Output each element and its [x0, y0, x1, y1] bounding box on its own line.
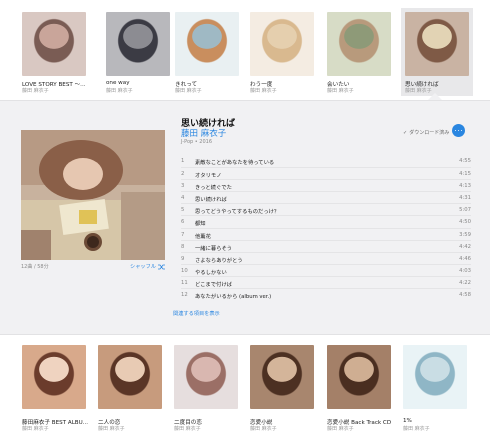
track-number: 10: [181, 267, 188, 274]
track-duration: 4:31: [459, 195, 471, 202]
album-artist-link[interactable]: 藤田 麻衣子: [181, 127, 226, 139]
track-row[interactable]: 4 思い続ければ 4:31: [181, 191, 471, 203]
album-summary: 12曲 / 58分: [21, 264, 49, 270]
track-duration: 4:50: [459, 219, 471, 226]
shuffle-icon: [157, 264, 165, 269]
shuffle-button[interactable]: シャッフル: [130, 263, 165, 270]
album-cover[interactable]: [403, 345, 467, 409]
track-row[interactable]: 7 他薫花 3:59: [181, 227, 471, 240]
album-artist[interactable]: 藤田 麻衣子: [250, 87, 277, 94]
more-options-button[interactable]: [452, 124, 465, 137]
shuffle-label: シャッフル: [130, 264, 156, 270]
album-cover[interactable]: [22, 345, 86, 409]
more-dot-icon: [457, 129, 460, 132]
track-number: 1: [181, 158, 185, 164]
track-row[interactable]: 8 一緒に暮らそう 4:42: [181, 239, 471, 252]
album-artist[interactable]: 藤田 麻衣子: [327, 87, 354, 94]
album-artwork-large: [21, 130, 165, 260]
track-number: 12: [181, 292, 188, 299]
track-name: オタリモノ: [195, 173, 222, 180]
track-name: さよならありがとう: [195, 257, 243, 264]
track-name: 一緒に暮らそう: [195, 245, 233, 252]
track-name: 思い続ければ: [195, 197, 227, 204]
track-number: 6: [181, 219, 185, 226]
track-row[interactable]: 2 オタリモノ 4:15: [181, 167, 471, 179]
track-name: 他薫花: [195, 233, 211, 240]
album-grid-top-row: LOVE STORY BEST ～... 藤田 麻衣子 one way 藤田 麻…: [0, 0, 490, 100]
track-name: どこまで付けば: [195, 281, 232, 288]
track-number: 7: [181, 231, 185, 238]
album-artist[interactable]: 藤田 麻衣子: [175, 87, 202, 94]
album-artist[interactable]: 藤田 麻衣子: [22, 87, 49, 94]
track-name: 思ってどうやってするものだっけ？: [195, 209, 280, 216]
track-duration: 3:59: [459, 231, 471, 238]
album-grid-bottom-row: 藤田麻衣子 BEST ALBU... 藤田 麻衣子 二人の恋 藤田 麻衣子 二度…: [0, 345, 490, 443]
track-name: 素敵なことがあなたを待っている: [195, 160, 275, 166]
track-duration: 4:03: [459, 267, 471, 274]
album-artist[interactable]: 藤田 麻衣子: [250, 425, 277, 432]
track-number: 2: [181, 171, 185, 178]
track-duration: 4:15: [459, 171, 471, 178]
album-cover[interactable]: [22, 12, 86, 76]
expanded-pointer: [428, 93, 442, 100]
track-duration: 4:58: [459, 292, 471, 299]
album-title[interactable]: one way: [106, 80, 178, 86]
download-status: ✓ ダウンロード済み: [403, 129, 450, 137]
album-cover[interactable]: [327, 345, 391, 409]
album-detail-panel: 12曲 / 58分 シャッフル 思い続ければ 藤田 麻衣子 J-Pop • 20…: [0, 100, 490, 335]
track-duration: 4:46: [459, 255, 471, 262]
track-number: 5: [181, 207, 185, 214]
more-dot-icon: [454, 129, 457, 132]
album-artist[interactable]: 藤田 麻衣子: [98, 425, 125, 432]
track-row[interactable]: 1 素敵なことがあなたを待っている 4:55: [181, 155, 471, 167]
track-row[interactable]: 3 きっと続ぐでた 4:13: [181, 179, 471, 191]
album-artist[interactable]: 藤田 麻衣子: [106, 87, 133, 94]
track-duration: 4:42: [459, 243, 471, 250]
album-cover[interactable]: [250, 345, 314, 409]
album-tile-selected[interactable]: 思い続ければ 藤田 麻衣子: [401, 8, 473, 96]
track-row[interactable]: 6 都知 4:50: [181, 215, 471, 227]
track-row[interactable]: 5 思ってどうやってするものだっけ？ 5:07: [181, 203, 471, 215]
track-row[interactable]: 9 さよならありがとう 4:46: [181, 251, 471, 264]
album-artwork-image: [21, 130, 165, 260]
album-artist[interactable]: 藤田 麻衣子: [174, 425, 201, 432]
more-dot-icon: [460, 129, 463, 132]
album-cover[interactable]: [98, 345, 162, 409]
album-cover[interactable]: [106, 12, 170, 76]
album-genre-year: J-Pop • 2016: [181, 139, 213, 145]
track-row[interactable]: 11 どこまで付けば 4:22: [181, 275, 471, 288]
album-cover[interactable]: [250, 12, 314, 76]
track-number: 8: [181, 243, 185, 250]
track-name: きっと続ぐでた: [195, 185, 232, 192]
track-list: 1 素敵なことがあなたを待っている 4:55 2 オタリモノ 4:15 3 きっと続ぐでた…: [181, 155, 471, 300]
track-number: 11: [181, 279, 188, 286]
track-duration: 5:07: [459, 207, 471, 214]
album-cover[interactable]: [175, 12, 239, 76]
track-duration: 4:55: [459, 158, 471, 164]
checkmark-icon: ✓: [403, 129, 408, 136]
track-duration: 4:22: [459, 279, 471, 286]
track-row[interactable]: 12 あなたがいるから (album ver.) 4:58: [181, 288, 471, 300]
album-cover[interactable]: [327, 12, 391, 76]
album-title[interactable]: 1%: [403, 418, 475, 424]
track-name: あなたがいるから (album ver.): [195, 294, 272, 301]
track-name: 都知: [195, 221, 206, 228]
album-cover[interactable]: [174, 345, 238, 409]
album-artist[interactable]: 藤田 麻衣子: [327, 425, 354, 432]
track-number: 9: [181, 255, 185, 262]
track-number: 3: [181, 183, 185, 190]
album-cover[interactable]: [405, 12, 469, 76]
album-artist[interactable]: 藤田 麻衣子: [22, 425, 49, 432]
show-related-link[interactable]: 関連する項目を表示: [173, 310, 220, 317]
track-name: やるしかない: [195, 269, 227, 276]
track-number: 4: [181, 195, 185, 202]
track-row[interactable]: 10 やるしかない 4:03: [181, 263, 471, 276]
download-label: ダウンロード済み: [409, 130, 450, 136]
album-artist[interactable]: 藤田 麻衣子: [403, 425, 430, 432]
track-duration: 4:13: [459, 183, 471, 190]
